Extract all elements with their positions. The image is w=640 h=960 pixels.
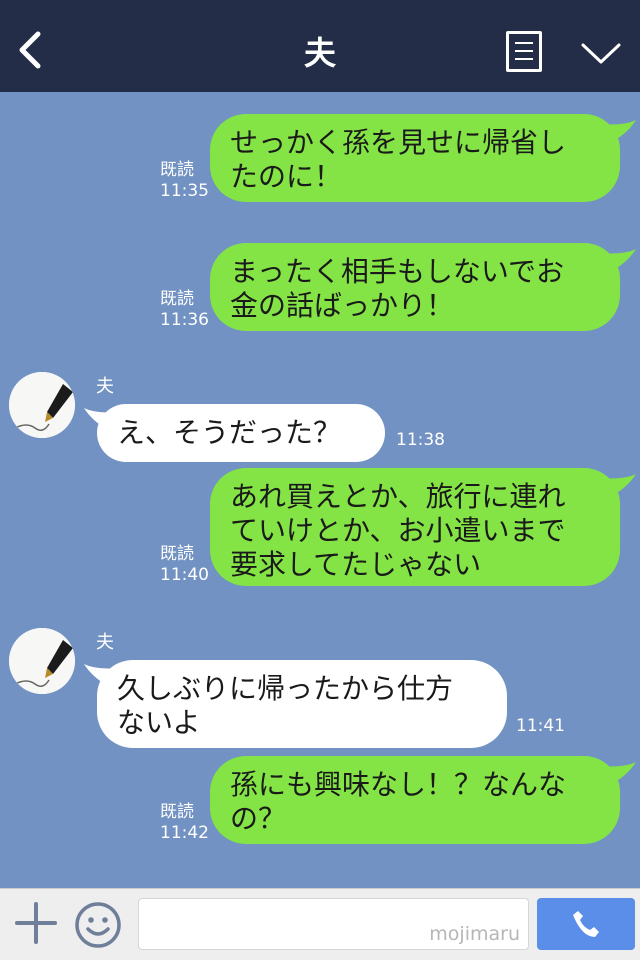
message-time: 11:40 (160, 565, 209, 585)
message-bubble[interactable]: 久しぶりに帰ったから仕方 ないよ (97, 660, 507, 748)
input-bar: mojimaru (0, 888, 640, 960)
avatar[interactable] (9, 372, 75, 438)
message-meta: 既読 11:35 (160, 160, 209, 202)
message-time: 11:36 (160, 310, 209, 330)
chevron-down-icon[interactable] (580, 42, 622, 66)
message-time: 11:35 (160, 181, 209, 201)
message-meta: 既読 11:36 (160, 289, 209, 331)
message-meta: 既読 11:42 (160, 802, 209, 844)
read-receipt: 既読 (160, 289, 194, 309)
watermark: mojimaru (429, 923, 520, 945)
message-bubble[interactable]: え、そうだった？ (97, 404, 385, 462)
message-time: 11:38 (396, 430, 445, 450)
message-time: 11:41 (516, 716, 565, 736)
message-bubble[interactable]: まったく相手もしないでお 金の話ばっかり！ (210, 243, 620, 331)
message-bubble[interactable]: あれ買えとか、旅行に連れ ていけとか、お小遣いまで 要求してたじゃない (210, 468, 620, 586)
chat-area[interactable]: せっかく孫を見せに帰省し たのに！ 既読 11:35 まったく相手もしないでお … (0, 92, 640, 888)
message-text: まったく相手もしないでお 金の話ばっかり！ (230, 255, 565, 322)
plus-icon[interactable] (14, 901, 58, 945)
read-receipt: 既読 (160, 544, 194, 564)
fountain-pen-icon (9, 372, 75, 438)
call-button[interactable] (537, 898, 635, 950)
read-receipt: 既読 (160, 160, 194, 180)
message-text: 久しぶりに帰ったから仕方 ないよ (117, 672, 454, 739)
message-text: せっかく孫を見せに帰省し たのに！ (230, 126, 567, 193)
read-receipt: 既読 (160, 802, 194, 822)
smiley-icon[interactable] (74, 901, 122, 949)
chat-header: 夫 (0, 0, 640, 92)
message-text: あれ買えとか、旅行に連れ ていけとか、お小遣いまで 要求してたじゃない (230, 480, 566, 581)
message-meta: 既読 11:40 (160, 544, 209, 586)
sender-name: 夫 (96, 632, 114, 653)
message-bubble[interactable]: せっかく孫を見せに帰省し たのに！ (210, 114, 620, 202)
message-time: 11:42 (160, 823, 209, 843)
sender-name: 夫 (96, 376, 114, 397)
phone-icon (573, 911, 599, 937)
notes-icon[interactable] (506, 31, 542, 72)
message-bubble[interactable]: 孫にも興味なし！？なんな の？ (210, 756, 620, 844)
chat-title: 夫 (303, 34, 336, 72)
message-input[interactable]: mojimaru (138, 898, 529, 950)
fountain-pen-icon (9, 628, 75, 694)
avatar[interactable] (9, 628, 75, 694)
message-text: え、そうだった？ (117, 416, 342, 449)
message-text: 孫にも興味なし！？なんな の？ (230, 768, 567, 835)
